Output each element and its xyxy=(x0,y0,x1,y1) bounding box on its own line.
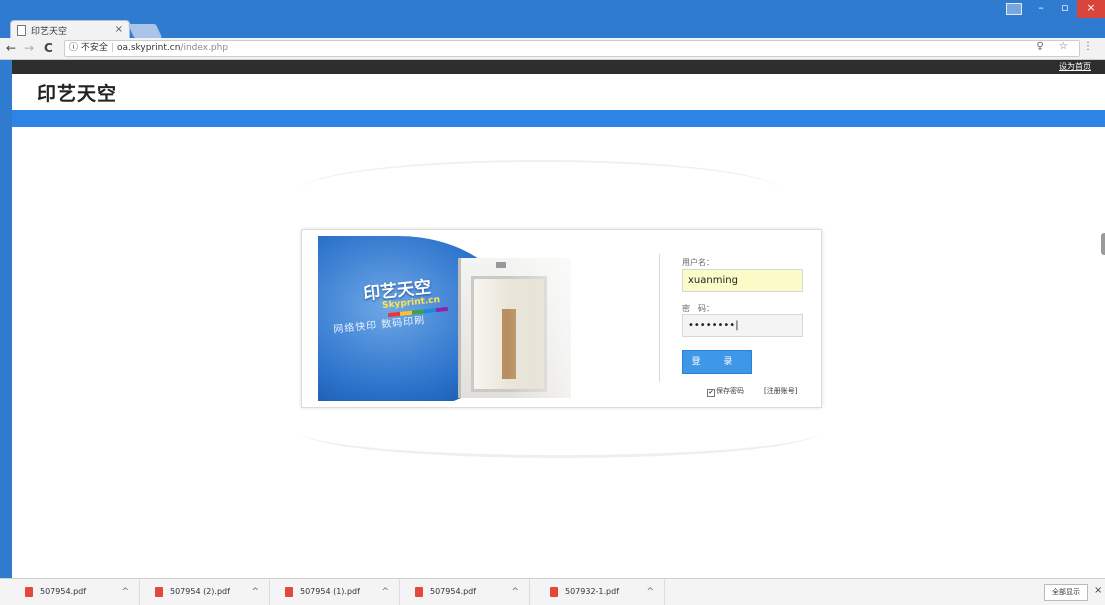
security-label: 不安全 xyxy=(80,43,108,53)
address-bar: ← → C ⓘ 不安全 | oa.skyprint.cn/index.php ♀ ☆… xyxy=(0,38,1105,60)
reload-icon[interactable]: C xyxy=(44,41,53,55)
chevron-up-icon[interactable]: ^ xyxy=(381,579,389,605)
close-window-button[interactable]: × xyxy=(1077,0,1105,18)
left-edge-stripe xyxy=(0,60,12,578)
set-homepage-link[interactable]: 设为首页 xyxy=(1059,61,1091,72)
download-filename: 507954 (2).pdf xyxy=(170,587,230,596)
pdf-file-icon xyxy=(550,587,558,597)
toolbar-icons[interactable]: ♀ ☆ ⋮ xyxy=(1036,41,1099,52)
download-filename: 507932-1.pdf xyxy=(565,587,620,596)
pdf-file-icon xyxy=(285,587,293,597)
download-shelf: 507954.pdf ^ 507954 (2).pdf ^ 507954 (1)… xyxy=(0,578,1105,605)
decorative-swoosh xyxy=(300,160,780,222)
browser-tab-strip: 印艺天空 × – ▫ × xyxy=(0,0,1105,39)
chevron-up-icon[interactable]: ^ xyxy=(121,579,129,605)
url-path: /index.php xyxy=(180,43,229,53)
show-all-downloads-button[interactable]: 全部显示 xyxy=(1044,584,1088,601)
username-input[interactable]: xuanming xyxy=(682,269,803,292)
url-host: oa.skyprint.cn xyxy=(116,43,181,53)
pdf-file-icon xyxy=(415,587,423,597)
card-divider xyxy=(659,254,660,382)
download-item[interactable]: 507932-1.pdf ^ xyxy=(535,579,665,605)
password-label: 密 码： xyxy=(682,304,714,313)
register-link[interactable]: [注册账号] xyxy=(764,386,797,396)
top-bar: 设为首页 xyxy=(12,60,1105,74)
site-title: 印艺天空 xyxy=(37,83,118,105)
maximize-button[interactable]: ▫ xyxy=(1053,0,1077,18)
login-button[interactable]: 登 录 xyxy=(682,350,752,374)
scroll-handle[interactable] xyxy=(1101,233,1105,255)
minimize-button[interactable]: – xyxy=(1029,0,1053,18)
window-controls: – ▫ × xyxy=(999,0,1105,20)
info-icon[interactable]: ⓘ xyxy=(69,43,78,53)
download-item[interactable]: 507954.pdf ^ xyxy=(400,579,530,605)
login-card: 印艺天空 Skyprint.cn 网络快印 数码印刷 用户名： xuanming… xyxy=(301,229,822,408)
remember-password[interactable]: ✔ 保存密码 xyxy=(707,386,744,397)
chevron-up-icon[interactable]: ^ xyxy=(646,579,654,605)
password-input[interactable]: ••••••••| xyxy=(682,314,803,337)
office-photo: 印艺天空 Skyprint.cn 网络快印 数码印刷 xyxy=(308,236,626,401)
login-form: 用户名： xuanming 密 码： ••••••••| 登 录 ✔ 保存密码 [… xyxy=(682,230,812,405)
decorative-swoosh xyxy=(300,405,820,458)
tab-title: 印艺天空 xyxy=(31,27,68,37)
browser-tab[interactable]: 印艺天空 × xyxy=(10,20,130,39)
user-profile-icon[interactable] xyxy=(999,0,1029,18)
download-item[interactable]: 507954 (2).pdf ^ xyxy=(140,579,270,605)
nav-bar xyxy=(12,110,1105,127)
back-icon[interactable]: ← xyxy=(6,41,16,55)
download-filename: 507954.pdf xyxy=(430,587,477,596)
remember-label: 保存密码 xyxy=(716,387,744,395)
page-icon xyxy=(17,25,26,36)
username-label: 用户名： xyxy=(682,258,714,267)
new-tab-button[interactable] xyxy=(127,24,163,38)
close-shelf-icon[interactable]: × xyxy=(1094,585,1102,596)
download-item[interactable]: 507954.pdf ^ xyxy=(10,579,140,605)
pdf-file-icon xyxy=(25,587,33,597)
chevron-up-icon[interactable]: ^ xyxy=(251,579,259,605)
forward-icon[interactable]: → xyxy=(24,41,34,55)
download-filename: 507954 (1).pdf xyxy=(300,587,360,596)
url-input[interactable]: ⓘ 不安全 | oa.skyprint.cn/index.php xyxy=(64,40,1080,57)
download-filename: 507954.pdf xyxy=(40,587,87,596)
site-header: 印艺天空 xyxy=(12,74,1105,110)
pdf-file-icon xyxy=(155,587,163,597)
remember-checkbox[interactable]: ✔ xyxy=(707,389,715,397)
download-item[interactable]: 507954 (1).pdf ^ xyxy=(270,579,400,605)
tab-close-icon[interactable]: × xyxy=(115,24,123,35)
chevron-up-icon[interactable]: ^ xyxy=(511,579,519,605)
